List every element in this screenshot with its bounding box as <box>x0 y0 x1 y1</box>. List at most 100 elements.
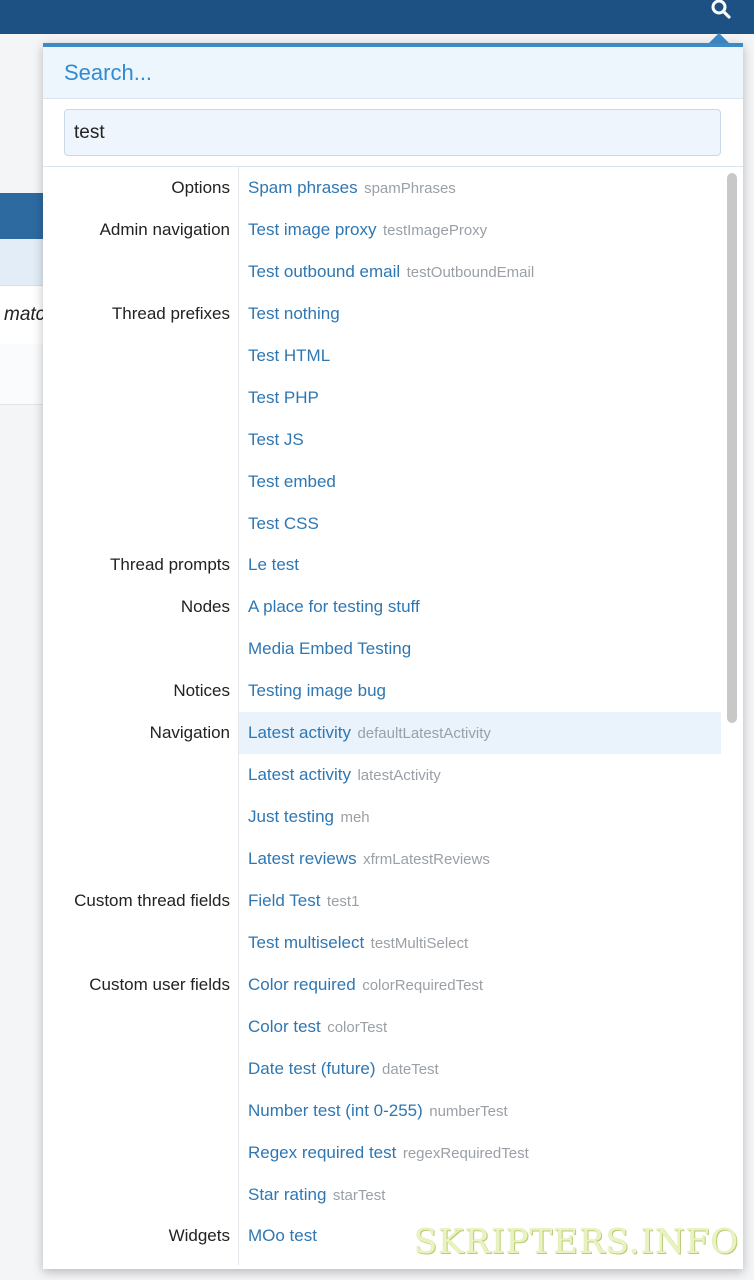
result-row: Thread prompts Le test <box>43 544 743 586</box>
result-link[interactable]: Color test colorTest <box>239 1006 721 1048</box>
search-icon[interactable] <box>710 0 732 20</box>
top-navigation-bar <box>0 0 754 34</box>
result-category <box>43 1174 230 1216</box>
result-row: Options Spam phrases spamPhrases <box>43 167 743 209</box>
result-category <box>43 796 230 838</box>
result-row: Test embed <box>43 461 743 503</box>
result-title: Date test (future) <box>248 1058 376 1078</box>
search-input[interactable] <box>64 109 721 156</box>
result-link[interactable]: Number test (int 0-255) numberTest <box>239 1090 721 1132</box>
result-row: Media Embed Testing <box>43 628 743 670</box>
result-id: colorRequiredTest <box>362 976 484 994</box>
result-category: Admin navigation <box>99 219 230 239</box>
result-row: Nodes A place for testing stuff <box>43 586 743 628</box>
result-category <box>43 335 230 377</box>
result-row: Number test (int 0-255) numberTest <box>43 1090 743 1132</box>
result-category: Navigation <box>149 723 230 743</box>
result-id: dateTest <box>382 1060 439 1078</box>
result-id: colorTest <box>327 1018 388 1036</box>
result-row: Thread prefixes Test nothing <box>43 293 743 335</box>
result-title: Testing image bug <box>248 681 386 701</box>
result-link[interactable]: Test multiselect testMultiSelect <box>239 922 721 964</box>
result-id: starTest <box>332 1186 386 1204</box>
search-popup: Search... Options Spam phrases spamPhrase… <box>43 43 743 1269</box>
result-row: Test CSS <box>43 503 743 545</box>
result-category: Thread prompts <box>110 555 230 575</box>
result-title: Latest activity <box>248 765 351 785</box>
result-link[interactable]: Media Embed Testing <box>239 628 721 670</box>
result-link[interactable]: Star rating starTest <box>239 1174 721 1216</box>
result-title: Test image proxy <box>248 219 377 239</box>
result-category <box>43 1132 230 1174</box>
result-link[interactable]: Test outbound email testOutboundEmail <box>239 251 721 293</box>
result-id: latestActivity <box>357 767 441 785</box>
result-id: defaultLatestActivity <box>357 725 491 743</box>
result-id: regexRequiredTest <box>402 1144 529 1162</box>
result-link[interactable]: Test JS <box>239 419 721 461</box>
result-link[interactable]: Test CSS <box>239 503 721 545</box>
result-title: Color required <box>248 974 356 994</box>
result-category: Widgets <box>168 1226 230 1246</box>
result-title: Test outbound email <box>248 261 401 281</box>
result-link[interactable]: Test HTML <box>239 335 721 377</box>
search-area <box>43 99 743 167</box>
result-link[interactable]: Testing image bug <box>239 670 721 712</box>
result-title: Test multiselect <box>248 932 365 952</box>
result-link[interactable]: Test nothing <box>239 293 721 335</box>
background-row-text: matc <box>4 304 46 325</box>
result-row: Test outbound email testOutboundEmail <box>43 251 743 293</box>
result-link[interactable]: Spam phrases spamPhrases <box>239 167 721 209</box>
result-link[interactable]: Latest activity latestActivity <box>239 754 721 796</box>
result-row: Star rating starTest <box>43 1174 743 1216</box>
result-category <box>43 628 230 670</box>
result-row: Test HTML <box>43 335 743 377</box>
result-title: Test PHP <box>248 387 319 407</box>
result-title: Spam phrases <box>248 178 358 197</box>
result-row: Custom thread fields Field Test test1 <box>43 880 743 922</box>
result-row: Notices Testing image bug <box>43 670 743 712</box>
result-link[interactable]: Color required colorRequiredTest <box>239 964 721 1006</box>
result-link[interactable]: Regex required test regexRequiredTest <box>239 1132 721 1174</box>
result-category <box>43 461 230 503</box>
result-row: Test multiselect testMultiSelect <box>43 922 743 964</box>
result-title: Test nothing <box>248 303 340 323</box>
result-category <box>43 251 230 293</box>
result-id: numberTest <box>429 1102 508 1120</box>
result-row: Test PHP <box>43 377 743 419</box>
result-link[interactable]: A place for testing stuff <box>239 586 721 628</box>
result-title: Star rating <box>248 1184 327 1204</box>
result-title: Regex required test <box>248 1142 397 1162</box>
result-row: Regex required test regexRequiredTest <box>43 1132 743 1174</box>
result-link[interactable]: Test embed <box>239 461 721 503</box>
result-link[interactable]: Just testing meh <box>239 796 721 838</box>
result-id: spamPhrases <box>364 180 456 197</box>
result-row: Custom user fields Color required colorRe… <box>43 964 743 1006</box>
result-id: test1 <box>326 892 360 910</box>
result-row: Navigation Latest activity defaultLatestA… <box>43 712 743 755</box>
result-link[interactable]: Field Test test1 <box>239 880 721 922</box>
result-category: Options <box>171 178 230 197</box>
result-title: Just testing <box>248 807 334 827</box>
result-title: Number test (int 0-255) <box>248 1100 423 1120</box>
result-link[interactable]: Latest activity defaultLatestActivity <box>239 712 721 755</box>
result-link[interactable]: Le test <box>239 544 721 586</box>
result-link[interactable]: Test PHP <box>239 377 721 419</box>
result-title: Latest reviews <box>248 849 357 868</box>
result-link[interactable]: Latest reviews xfrmLatestReviews <box>239 838 721 880</box>
result-category <box>43 838 230 880</box>
result-link[interactable]: Date test (future) dateTest <box>239 1048 721 1090</box>
result-id: meh <box>340 809 370 827</box>
result-title: MOo test <box>248 1226 317 1246</box>
result-title: Test HTML <box>248 345 331 365</box>
result-link[interactable]: Test image proxy testImageProxy <box>239 209 721 251</box>
result-title: Color test <box>248 1016 321 1036</box>
result-title: Latest activity <box>248 723 351 743</box>
scrollbar[interactable] <box>727 173 737 723</box>
result-category <box>43 1090 230 1132</box>
result-row: Color test colorTest <box>43 1006 743 1048</box>
result-category <box>43 922 230 964</box>
result-category <box>43 754 230 796</box>
result-row: Test JS <box>43 419 743 461</box>
result-category: Notices <box>173 681 230 701</box>
result-id: testMultiSelect <box>370 934 469 952</box>
